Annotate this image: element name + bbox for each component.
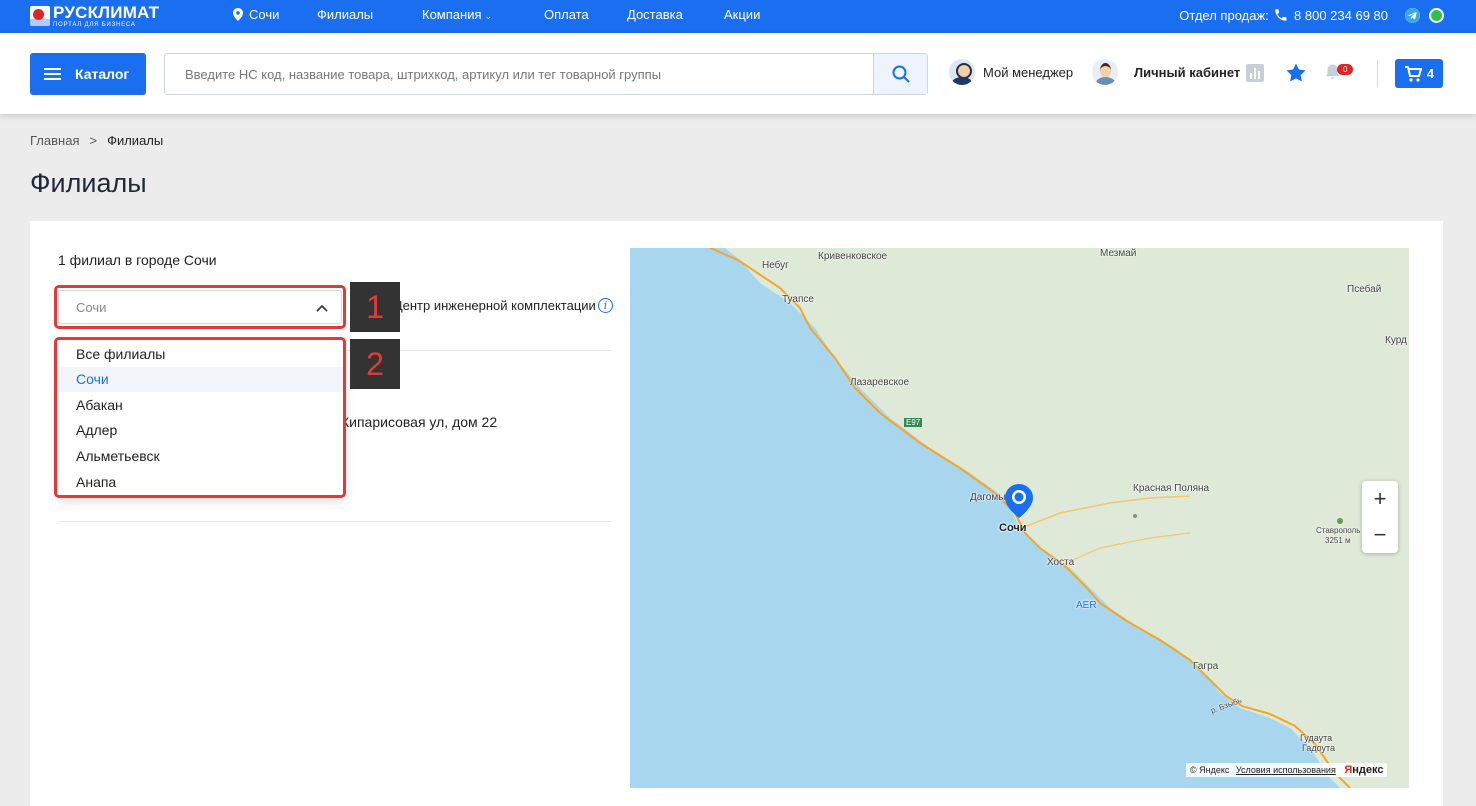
sales-label: Отдел продаж:: [1179, 8, 1269, 23]
account-label: Личный кабинет: [1134, 64, 1241, 80]
catalog-label: Каталог: [75, 66, 130, 82]
map-label-mezmay: Мезмай: [1100, 248, 1137, 259]
city-dropdown-list: Все филиалы Сочи Абакан Адлер Альметьевс…: [58, 340, 345, 498]
map-label-kurd: Курд: [1385, 335, 1407, 346]
manager-label: Мой менеджер: [983, 64, 1074, 80]
dropdown-option-anapa[interactable]: Анапа: [58, 470, 345, 495]
map-label-krasnaya-polyana: Красная Поляна: [1133, 483, 1210, 494]
nav-promotions[interactable]: Акции: [724, 7, 760, 22]
map-label-gudauta: Гудаута: [1300, 733, 1333, 743]
breadcrumb-home[interactable]: Главная: [30, 133, 79, 148]
logo[interactable]: РУСКЛИМАТ ПОРТАЛ ДЛЯ БИЗНЕСА: [30, 4, 159, 28]
phone-icon: [1275, 9, 1287, 21]
account-avatar: [1092, 59, 1118, 85]
map-label-peak: 3251 м: [1325, 536, 1351, 545]
map-label-psebay: Псебай: [1347, 284, 1382, 295]
engineering-center-label: Центр инженерной комплектации: [393, 298, 596, 313]
map-label-krivenkovskoe: Кривенковское: [818, 251, 888, 262]
top-bar: РУСКЛИМАТ ПОРТАЛ ДЛЯ БИЗНЕСА Сочи Филиал…: [0, 0, 1476, 33]
nav-company-label: Компания: [422, 7, 482, 22]
dropdown-option-sochi[interactable]: Сочи: [58, 367, 345, 392]
cart-icon: [1404, 65, 1422, 82]
statistics-icon[interactable]: [1246, 64, 1264, 82]
map-label-stavropol: Ставрополь: [1316, 526, 1361, 535]
divider: [58, 521, 613, 522]
map-label-sochi: Сочи: [999, 522, 1027, 534]
annotation-label-2: 2: [350, 339, 400, 389]
search-icon: [892, 65, 910, 83]
dropdown-option-all[interactable]: Все филиалы: [58, 342, 345, 367]
dropdown-option-abakan[interactable]: Абакан: [58, 393, 345, 418]
chevron-down-icon: ⌄: [484, 11, 493, 21]
telegram-icon[interactable]: [1405, 8, 1420, 23]
header-divider: [1377, 60, 1378, 87]
map-label-lazarevskoe: Лазаревское: [850, 377, 910, 388]
search-input[interactable]: [165, 54, 873, 94]
main-header: Каталог Мой менеджер Личный кабинет 0 4: [0, 33, 1476, 114]
catalog-button[interactable]: Каталог: [30, 53, 146, 95]
breadcrumb: Главная > Филиалы: [30, 133, 163, 148]
map-label-e97: E97: [904, 418, 923, 427]
city-name: Сочи: [249, 7, 280, 22]
branch-marker-icon[interactable]: [1005, 484, 1033, 518]
nav-company[interactable]: Компания ⌄: [422, 7, 492, 22]
map-zoom-control: + −: [1362, 481, 1398, 553]
yandex-logo[interactable]: Яндекс: [1344, 764, 1383, 776]
branches-map[interactable]: Небуг Кривенковское Мезмай Туапсе Псебай…: [630, 248, 1409, 788]
logo-mark-icon: [30, 6, 50, 26]
map-canvas: [630, 248, 1409, 788]
my-manager-link[interactable]: Мой менеджер: [949, 59, 1073, 85]
map-label-khosta: Хоста: [1047, 557, 1075, 568]
logo-subtitle: ПОРТАЛ ДЛЯ БИЗНЕСА: [53, 22, 136, 28]
map-label-tuapse: Туапсе: [782, 294, 814, 305]
sales-contact: Отдел продаж: 8 800 234 69 80: [1179, 8, 1388, 23]
map-terms-link[interactable]: Условия использования: [1236, 765, 1336, 775]
map-label-gagra: Гагра: [1193, 661, 1219, 672]
breadcrumb-current: Филиалы: [107, 133, 164, 148]
notifications-badge: 0: [1337, 64, 1354, 75]
branch-address: Кипарисовая ул, дом 22: [341, 414, 498, 430]
breadcrumb-separator: >: [89, 133, 98, 148]
page-title: Филиалы: [30, 168, 147, 198]
branches-card: 1 филиал в городе Сочи Сочи Центр инжене…: [30, 221, 1443, 806]
search-button[interactable]: [873, 54, 927, 94]
dropdown-option-almetyevsk[interactable]: Альметьевск: [58, 444, 345, 469]
favorites-star-icon[interactable]: [1285, 62, 1307, 84]
nav-branches[interactable]: Филиалы: [317, 7, 373, 22]
map-label-gadauta: Гадоута: [1302, 743, 1336, 753]
map-label-aer: AER: [1076, 600, 1097, 611]
whatsapp-icon[interactable]: [1429, 8, 1444, 23]
cart-button[interactable]: 4: [1395, 59, 1443, 88]
map-label-nebug: Небуг: [762, 260, 789, 271]
nav-delivery[interactable]: Доставка: [627, 7, 683, 22]
sales-phone[interactable]: 8 800 234 69 80: [1294, 8, 1388, 23]
zoom-out-button[interactable]: −: [1362, 517, 1398, 553]
manager-avatar: [949, 59, 975, 85]
branch-count-text: 1 филиал в городе Сочи: [58, 252, 217, 268]
nav-payment[interactable]: Оплата: [544, 7, 589, 22]
logo-name: РУСКЛИМАТ: [53, 3, 160, 22]
location-pin-icon: [233, 8, 243, 21]
city-select[interactable]: Сочи: [58, 290, 342, 324]
cart-count: 4: [1426, 66, 1435, 81]
map-copyright-text: © Яндекс: [1190, 765, 1230, 775]
city-select-value: Сочи: [76, 300, 107, 315]
dropdown-option-adler[interactable]: Адлер: [58, 418, 345, 443]
city-selector[interactable]: Сочи: [233, 7, 279, 22]
zoom-in-button[interactable]: +: [1362, 481, 1398, 517]
menu-icon: [44, 68, 61, 80]
search-bar: [164, 53, 928, 95]
info-icon[interactable]: i: [598, 298, 613, 313]
annotation-label-1: 1: [350, 282, 400, 332]
chevron-up-icon: [316, 304, 328, 312]
account-link[interactable]: Личный кабинет: [1092, 59, 1240, 85]
map-copyright: © Яндекс Условия использования Яндекс: [1186, 763, 1388, 777]
